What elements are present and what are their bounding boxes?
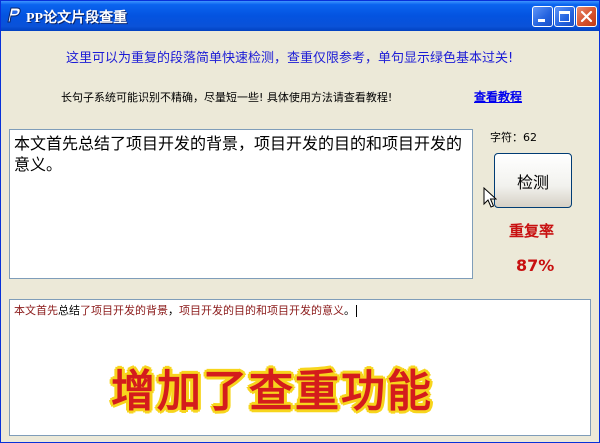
detect-button[interactable]: 检测: [494, 153, 572, 208]
result-segment: 总结: [58, 304, 80, 317]
window-title: PP论文片段查重: [26, 11, 128, 26]
info-text-primary: 这里可以为重复的段落简单快速检测，查重仅限参考，单句显示绿色基本过关!: [66, 51, 514, 66]
maximize-icon: [559, 11, 570, 22]
tutorial-link[interactable]: 查看教程: [474, 88, 522, 105]
char-count-label: 字符：62: [490, 131, 537, 144]
app-window: PP论文片段查重 这里可以为重复的段落简单快速检测，查重仅限参考，单句显示绿色基…: [0, 0, 600, 443]
result-segment: 了项目开发的背景: [80, 304, 168, 317]
close-button[interactable]: [576, 6, 597, 27]
close-icon: [580, 10, 593, 23]
result-segment: 。: [344, 304, 355, 317]
repeat-rate-value: 87%: [516, 256, 555, 275]
feature-banner: 增加了查重功能: [111, 366, 433, 417]
minimize-button[interactable]: [532, 6, 553, 27]
text-caret: [356, 305, 357, 317]
mouse-cursor-icon: [483, 187, 497, 208]
minimize-icon: [538, 19, 545, 22]
result-segment: 项目开发的目的和项目开发的意义: [179, 304, 344, 317]
info-text-secondary: 长句子系统可能识别不精确，尽量短一些! 具体使用方法请查看教程!: [61, 91, 393, 104]
repeat-rate-label: 重复率: [509, 222, 555, 240]
pp-logo-icon: [7, 7, 21, 23]
title-bar[interactable]: PP论文片段查重: [1, 1, 599, 31]
result-segment: ，: [168, 304, 179, 317]
maximize-button[interactable]: [554, 6, 575, 27]
result-text: 本文首先总结了项目开发的背景，项目开发的目的和项目开发的意义。: [14, 304, 357, 317]
result-segment: 本文首先: [14, 304, 58, 317]
input-text-area[interactable]: 本文首先总结了项目开发的背景，项目开发的目的和项目开发的意义。: [9, 129, 473, 279]
